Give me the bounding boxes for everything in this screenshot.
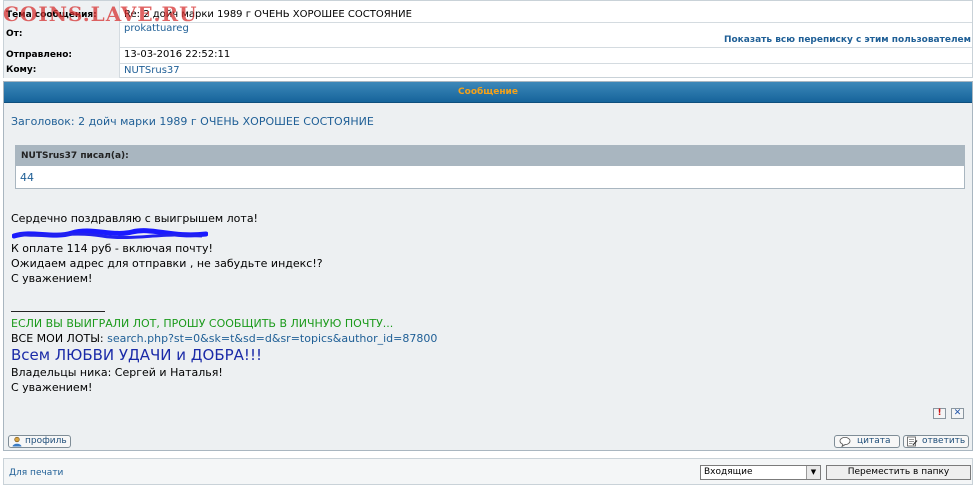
message-subject: Заголовок: 2 дойч марки 1989 г ОЧЕНЬ ХОР… [11,115,374,128]
reply-icon [907,436,918,447]
profile-label: профиль [25,436,67,446]
body-line: К оплате 114 руб - включая почту! [11,242,213,255]
chevron-down-icon: ▼ [806,466,820,479]
move-to-folder-button[interactable]: Переместить в папку [826,465,971,480]
to-row: Кому: NUTSrus37 [4,63,972,78]
signature-divider [11,311,105,312]
signature-notice: ЕСЛИ ВЫ ВЫИГРАЛИ ЛОТ, ПРОШУ СООБЩИТЬ В Л… [11,317,394,330]
body-line: Ожидаем адрес для отправки , не забудьте… [11,257,323,270]
footer-bar: Для печати Входящие ▼ Переместить в папк… [3,458,973,485]
message-panel: Сообщение Заголовок: 2 дойч марки 1989 г… [3,81,973,451]
profile-button[interactable]: профиль [8,435,71,448]
profile-icon [12,436,22,447]
redaction-scribble [12,228,208,240]
folder-select[interactable]: Входящие ▼ [700,465,821,480]
sent-label: Отправлено: [4,47,120,63]
report-icon[interactable]: ! [933,408,946,419]
print-link[interactable]: Для печати [9,468,63,478]
sent-row: Отправлено: 13-03-2016 22:52:11 [4,47,972,64]
lots-label: ВСЕ МОИ ЛОТЫ: [11,332,104,345]
show-correspondence-link[interactable]: Показать всю переписку с этим пользовате… [724,35,971,45]
site-watermark: COINS.LAVE.RU [3,2,198,26]
delete-icon[interactable]: ✕ [951,408,964,419]
quote-label: цитата [857,436,891,446]
folder-select-value: Входящие [704,467,753,477]
signature-regards: С уважением! [11,381,93,394]
signature-lots: ВСЕ МОИ ЛОТЫ: search.php?st=0&sk=t&sd=d&… [11,332,437,345]
body-line: Сердечно поздравляю с выигрышем лота! [11,212,258,225]
quote-button[interactable]: цитата [834,435,900,448]
panel-title: Сообщение [4,82,972,103]
body-line: С уважением! [11,272,93,285]
to-user-link[interactable]: NUTSrus37 [122,63,972,78]
quote-text: 44 [20,171,34,184]
sent-value: 13-03-2016 22:52:11 [124,49,231,60]
reply-button[interactable]: ответить [903,435,969,448]
lots-link[interactable]: search.php?st=0&sk=t&sd=d&sr=topics&auth… [107,332,437,345]
quote-author: NUTSrus37 писал(а): [16,146,964,166]
to-label: Кому: [4,63,120,78]
quote-block: NUTSrus37 писал(а): 44 [15,145,965,189]
reply-label: ответить [922,436,966,446]
quote-icon [839,437,851,447]
signature-wish: Всем ЛЮБВИ УДАЧИ и ДОБРА!!! [11,346,262,364]
signature-owners: Владельцы ника: Сергей и Наталья! [11,366,223,379]
subject-value: Re: 2 дойч марки 1989 г ОЧЕНЬ ХОРОШЕЕ СО… [124,9,412,20]
